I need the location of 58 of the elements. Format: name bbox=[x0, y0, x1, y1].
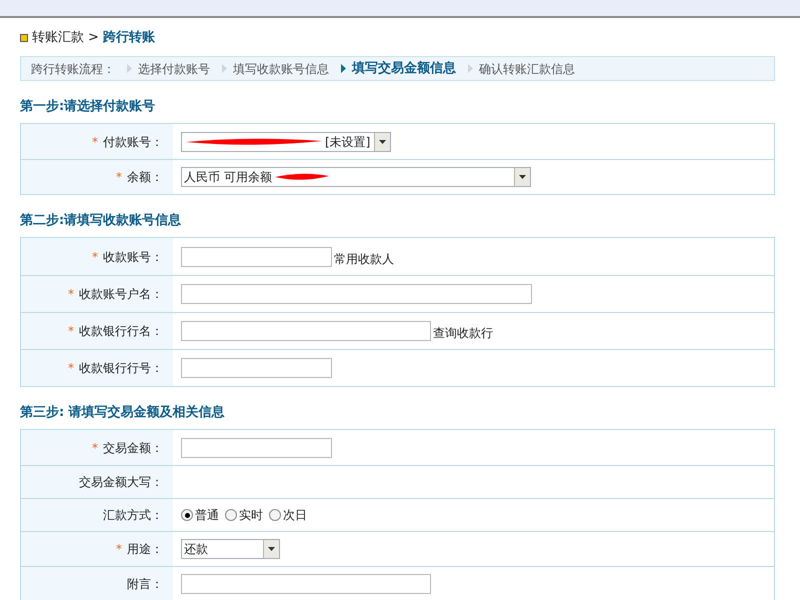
text-input-field[interactable] bbox=[181, 438, 332, 458]
process-step: 选择付款账号 bbox=[138, 60, 210, 78]
field-label: 收款账号： bbox=[103, 248, 163, 266]
arrow-icon bbox=[468, 64, 473, 73]
link[interactable]: 查询收款行 bbox=[433, 324, 493, 342]
arrow-icon bbox=[341, 64, 346, 73]
dropdown-arrow-button[interactable] bbox=[514, 168, 530, 186]
text-input-field[interactable] bbox=[181, 574, 431, 594]
field-label: 附言： bbox=[127, 576, 163, 593]
dropdown-select[interactable]: [未设置] bbox=[181, 132, 391, 152]
field-label: 收款银行行名： bbox=[79, 323, 163, 340]
caret-icon bbox=[519, 175, 526, 179]
link[interactable]: 常用收款人 bbox=[334, 250, 394, 268]
section-title: 第一步:请选择付款账号 bbox=[20, 99, 156, 115]
section-title: 第二步:请填写收款账号信息 bbox=[20, 213, 182, 229]
section-title: 第三步: 请填写交易金额及相关信息 bbox=[20, 405, 225, 421]
required-asterisk: * bbox=[116, 169, 122, 186]
breadcrumb-current: 跨行转账 bbox=[102, 29, 155, 48]
required-asterisk: * bbox=[116, 541, 122, 558]
field-label: 汇款方式： bbox=[103, 507, 163, 524]
arrow-icon bbox=[222, 64, 227, 73]
radio-option[interactable]: 普通 bbox=[181, 506, 219, 524]
field-label: 付款账号： bbox=[103, 134, 163, 150]
required-asterisk: * bbox=[68, 286, 74, 303]
dropdown-select[interactable]: 人民币 可用余额 bbox=[181, 167, 531, 187]
field-label: 余额： bbox=[127, 169, 163, 186]
arrow-icon bbox=[127, 64, 132, 73]
required-asterisk: * bbox=[92, 134, 98, 150]
breadcrumb-separator: > bbox=[88, 29, 99, 48]
caret-icon bbox=[379, 140, 386, 144]
select-value: 人民币 可用余额 bbox=[184, 169, 272, 186]
text-input-field[interactable] bbox=[181, 321, 431, 341]
text-input-field[interactable] bbox=[181, 246, 332, 266]
dropdown-arrow-button[interactable] bbox=[263, 540, 279, 558]
process-step: 确认转账汇款信息 bbox=[479, 60, 575, 78]
required-asterisk: * bbox=[68, 360, 74, 377]
dropdown-select[interactable]: 还款 bbox=[181, 539, 280, 559]
field-label: 用途： bbox=[127, 541, 163, 558]
radio-option[interactable]: 次日 bbox=[269, 506, 307, 524]
square-bullet-icon bbox=[20, 34, 28, 42]
field-label: 收款账号户名： bbox=[79, 286, 163, 303]
process-step: 填写交易金额信息 bbox=[352, 58, 456, 78]
caret-icon bbox=[268, 547, 275, 551]
select-value: 还款 bbox=[184, 541, 208, 558]
required-asterisk: * bbox=[92, 440, 98, 456]
process-label: 跨行转账流程： bbox=[31, 60, 115, 78]
breadcrumb-link[interactable]: 转账汇款 bbox=[32, 28, 84, 48]
field-label: 交易金额： bbox=[103, 440, 163, 456]
radio-option[interactable]: 实时 bbox=[225, 506, 263, 524]
process-step: 填写收款账号信息 bbox=[233, 60, 329, 78]
field-label: 收款银行行号： bbox=[79, 360, 163, 377]
required-asterisk: * bbox=[92, 248, 98, 266]
text-input-field[interactable] bbox=[181, 358, 332, 378]
field-label: 交易金额大写： bbox=[79, 474, 163, 491]
required-asterisk: * bbox=[68, 323, 74, 340]
text-input-field[interactable] bbox=[181, 284, 532, 304]
select-value: [未设置] bbox=[325, 134, 370, 150]
dropdown-arrow-button[interactable] bbox=[374, 132, 390, 150]
